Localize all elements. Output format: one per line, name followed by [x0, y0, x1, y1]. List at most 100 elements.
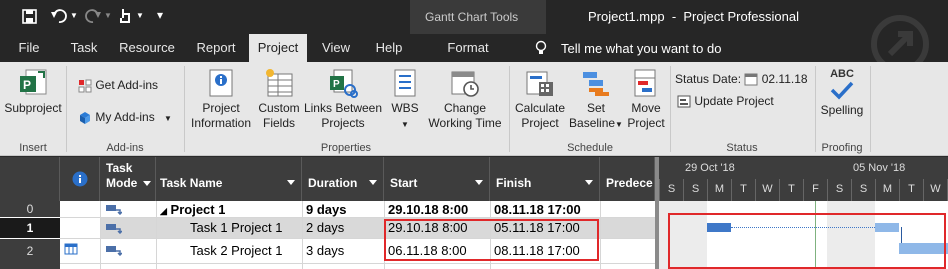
divider [509, 66, 510, 152]
duration-header[interactable]: Duration [302, 157, 384, 201]
calendar-icon [744, 73, 758, 86]
predecessors-header[interactable]: Predece [600, 157, 655, 201]
gantt-chart: 29 Oct '18 05 Nov '18 SSMTWTFSSMTWT [655, 157, 948, 269]
summary-duration[interactable]: 9 days [306, 201, 346, 217]
sort-dropdown-icon[interactable] [369, 180, 377, 185]
tab-help[interactable]: Help [366, 34, 412, 62]
duration-cell[interactable]: 2 days [306, 218, 344, 238]
set-baseline-button[interactable]: Set Baseline▼ [568, 68, 624, 132]
tab-view[interactable]: View [313, 34, 359, 62]
indicators-header[interactable] [60, 157, 100, 201]
ribbon-tabs: File Task Resource Report Project View H… [0, 15, 948, 73]
wbs-dropdown-icon: ▼ [401, 120, 409, 129]
divider [670, 66, 671, 152]
tab-file[interactable]: File [8, 34, 50, 62]
calculate-project-label-2: Project [521, 116, 559, 130]
change-working-time-label-1: Change [443, 101, 487, 115]
row-header[interactable]: 0 [0, 201, 60, 217]
set-baseline-label-2: Baseline [569, 116, 616, 130]
spelling-button[interactable]: ABC Spelling [818, 68, 866, 118]
tab-format[interactable]: Format [440, 34, 496, 62]
wbs-label: WBS [391, 101, 419, 115]
summary-start[interactable]: 29.10.18 8:00 [388, 201, 468, 217]
insert-group-label: Insert [19, 142, 47, 154]
summary-task-name[interactable]: ◢ Project 1 [160, 201, 225, 217]
tell-me-box[interactable]: Tell me what you want to do [561, 41, 721, 56]
tab-project[interactable]: Project [249, 34, 307, 62]
get-addins-button[interactable]: Get Add-ins [78, 78, 166, 93]
sort-dropdown-icon[interactable] [287, 180, 295, 185]
task-name-cell[interactable]: Task 2 Project 1 [190, 239, 283, 263]
customize-qat-icon[interactable]: ▾ [157, 8, 163, 22]
start-header[interactable]: Start [384, 157, 490, 201]
select-all-corner[interactable] [0, 157, 60, 201]
update-project-label: Update Project [694, 94, 774, 108]
sort-dropdown-icon[interactable] [585, 180, 593, 185]
move-project-button[interactable]: Move Project [624, 68, 668, 131]
undo-icon[interactable] [50, 8, 68, 24]
window-title: Project1.mpp - Project Professional [588, 9, 799, 24]
subproject-button[interactable]: P Subproject [4, 68, 62, 116]
task-name-header[interactable]: Task Name [156, 157, 302, 201]
collapse-triangle-icon[interactable]: ◢ [160, 206, 167, 216]
week-label: 29 Oct '18 [685, 162, 735, 174]
finish-header[interactable]: Finish [490, 157, 600, 201]
tab-report[interactable]: Report [188, 34, 244, 62]
subproject-icon: P [20, 69, 47, 95]
wbs-button[interactable]: WBS ▼ [385, 68, 425, 132]
touch-dropdown-icon[interactable]: ▼ [136, 11, 144, 20]
divider [66, 66, 67, 152]
status-date-value: 02.11.18 [761, 72, 808, 86]
update-project-button[interactable]: Update Project [677, 94, 797, 109]
calculate-project-button[interactable]: Calculate Project [512, 68, 568, 131]
store-icon [78, 79, 92, 93]
auto-schedule-icon [106, 205, 122, 215]
project-information-button[interactable]: Project Information [187, 68, 255, 131]
change-working-time-button[interactable]: Change Working Time [425, 68, 505, 131]
day-label: W [923, 179, 947, 201]
undo-dropdown-icon[interactable]: ▼ [70, 11, 78, 20]
calculator-icon [526, 71, 553, 96]
my-addins-label: My Add-ins [95, 110, 155, 124]
spelling-label: Spelling [820, 103, 864, 117]
task-mode-header[interactable]: Task Mode [100, 157, 156, 201]
custom-fields-button[interactable]: Custom Fields [255, 68, 303, 131]
divider [184, 66, 185, 152]
row-header-empty [0, 263, 60, 269]
tab-task[interactable]: Task [62, 34, 106, 62]
my-addins-button[interactable]: My Add-ins ▼ [78, 110, 178, 126]
gridline [60, 217, 655, 218]
finish-header-label: Finish [496, 176, 532, 190]
task-name-header-label: Task Name [160, 176, 223, 190]
status-date-button[interactable]: Status Date: 02.11.18 [675, 72, 815, 87]
auto-schedule-icon [106, 246, 122, 256]
gridline [156, 201, 157, 269]
duration-cell[interactable]: 3 days [306, 239, 344, 263]
duration-header-label: Duration [308, 176, 358, 190]
status-group-label: Status [726, 142, 758, 154]
custom-fields-label-2: Fields [262, 116, 295, 130]
ribbon: P Subproject Insert Get Add-ins My Add-i… [0, 62, 948, 156]
sort-dropdown-icon[interactable] [143, 181, 152, 187]
checkmark-icon [830, 81, 854, 100]
save-icon[interactable] [22, 9, 37, 24]
day-label: T [899, 179, 923, 201]
status-date-label: Status Date: [675, 72, 742, 86]
move-project-label-2: Project [627, 116, 665, 130]
links-between-projects-button[interactable]: P Links Between Projects [303, 68, 383, 131]
custom-fields-label-1: Custom [258, 101, 300, 115]
task-name-cell[interactable]: Task 1 Project 1 [190, 218, 283, 238]
tab-resource[interactable]: Resource [112, 34, 182, 62]
links-between-projects-icon: P [330, 69, 358, 98]
summary-finish[interactable]: 08.11.18 17:00 [494, 201, 581, 217]
day-label: T [779, 179, 803, 201]
redo-dropdown-icon[interactable]: ▼ [104, 11, 112, 20]
row-header[interactable]: 2 [0, 239, 60, 263]
update-project-icon [677, 95, 691, 108]
sort-dropdown-icon[interactable] [475, 180, 483, 185]
divider [870, 66, 871, 152]
set-baseline-dropdown-icon: ▼ [615, 120, 623, 129]
redo-icon[interactable] [84, 8, 102, 24]
touch-mode-icon[interactable] [118, 7, 132, 25]
row-header[interactable]: 1 [0, 218, 60, 238]
